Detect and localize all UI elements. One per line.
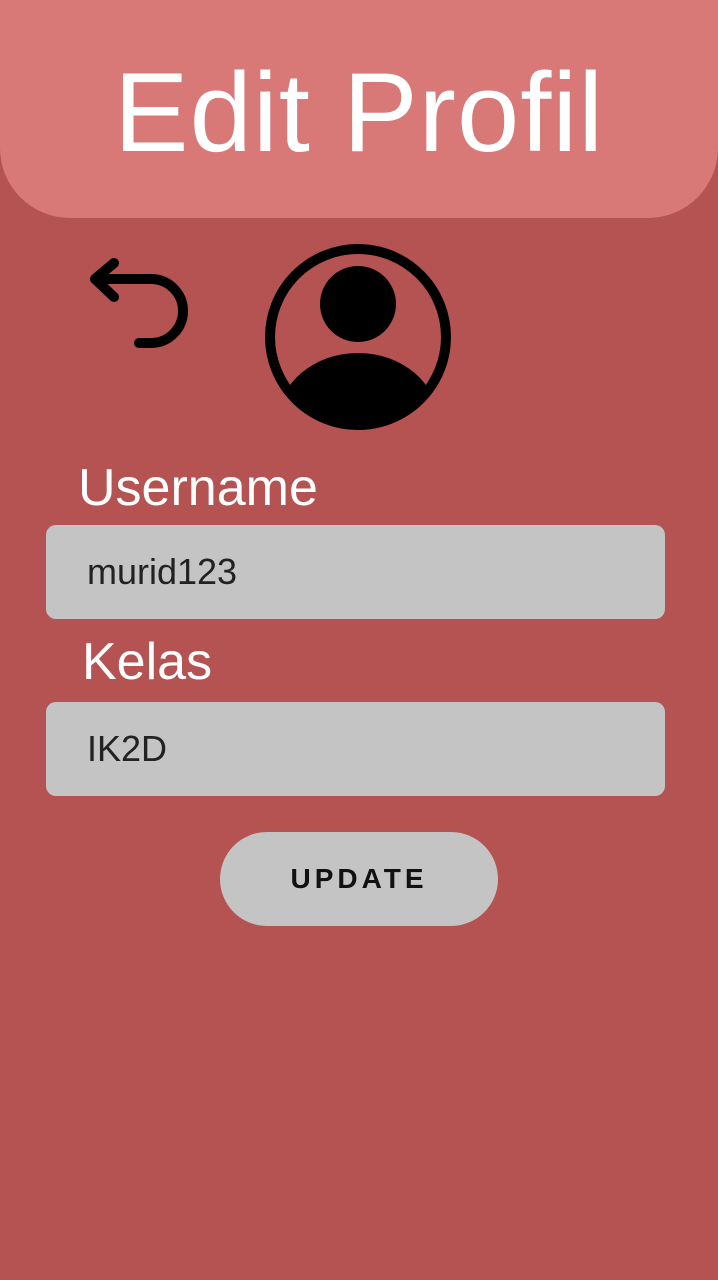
update-button[interactable]: UPDATE bbox=[220, 832, 498, 926]
username-label: Username bbox=[78, 459, 318, 517]
username-field[interactable] bbox=[46, 525, 665, 619]
kelas-label: Kelas bbox=[82, 633, 213, 691]
user-avatar-icon bbox=[265, 244, 451, 430]
page-title: Edit Profil bbox=[113, 50, 605, 175]
kelas-field[interactable] bbox=[46, 702, 665, 796]
back-button[interactable] bbox=[86, 254, 196, 354]
back-arrow-icon bbox=[90, 258, 188, 348]
header-bar: Edit Profil bbox=[0, 0, 718, 218]
